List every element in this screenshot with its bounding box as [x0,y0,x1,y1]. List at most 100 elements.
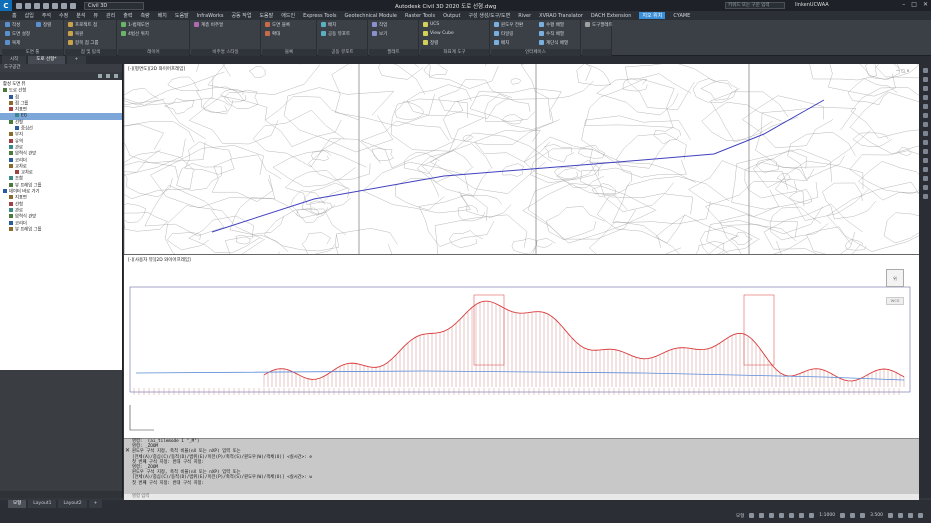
menu-tab[interactable]: 삽입 [25,12,34,19]
ribbon-button[interactable]: 공동 뷰포트 [328,31,350,37]
menu-tab[interactable]: 수정 [59,12,68,19]
ribbon-tool-icon[interactable] [36,22,41,27]
ribbon-tool-icon[interactable] [121,31,126,36]
design-center-icon[interactable] [922,140,928,145]
ribbon-group-title[interactable]: 블록 [262,49,316,56]
viewcube[interactable]: 위 [886,269,904,287]
file-tab[interactable]: 시작 [2,56,27,64]
alignment-centerline[interactable] [211,99,825,233]
print-icon[interactable] [52,2,58,9]
drawing-viewport[interactable]: [-][평면도][2D 와이어프레임] [-][사용자 뷰][2D 와이어프레임… [124,64,919,438]
viewport-window-controls[interactable]: — □ × [896,68,910,73]
showmotion-icon[interactable] [922,104,928,109]
ribbon-group-title[interactable]: 공동 뷰포트 [318,49,367,56]
menu-tab[interactable]: CYAME [673,13,690,19]
ribbon-tool-icon[interactable] [68,31,73,36]
menu-tab[interactable]: 뷰 [93,12,98,19]
hardware-accel-icon[interactable] [898,513,903,518]
menu-tab[interactable]: 출력 [123,12,132,19]
ribbon-group-title[interactable]: 점 및 탐색 [65,49,116,56]
ribbon-tool-icon[interactable] [494,22,499,27]
ribbon-button[interactable]: 도구팔레트 [592,22,613,28]
ribbon-tool-icon[interactable] [423,22,428,27]
menu-tab[interactable]: DACH Extension [591,13,631,19]
plan-view[interactable] [124,64,919,254]
close-button[interactable]: ✕ [923,1,928,8]
menu-tab[interactable]: 공동 작업 [231,12,251,19]
lineweight-icon[interactable] [799,513,805,518]
customize-icon[interactable] [918,513,923,518]
layout-tab[interactable]: Layout2 [58,500,87,508]
ribbon-button[interactable]: 보기 [379,31,387,37]
ribbon-tool-icon[interactable] [372,22,377,27]
layers-icon[interactable] [922,131,928,136]
ribbon-tool-icon[interactable] [321,31,326,36]
properties-icon[interactable] [922,122,928,127]
orbit-icon[interactable] [922,95,928,100]
ribbon-button[interactable]: View Cube [430,31,454,36]
minimize-button[interactable]: – [902,1,905,8]
ribbon-tool-icon[interactable] [5,31,10,36]
civil3d-logo[interactable]: C [0,0,12,11]
ribbon-group-title[interactable] [582,49,611,56]
menu-tab[interactable]: Geotechnical Module [345,13,398,19]
ribbon-button[interactable]: 도면 블록 [272,22,290,28]
ribbon-button[interactable]: 프로젝트 점 [75,22,97,28]
menu-tab[interactable]: 홈 [12,12,17,19]
model-space-toggle[interactable]: 모형 [736,513,744,519]
markup-icon[interactable] [922,158,928,163]
save-icon[interactable] [34,2,40,9]
ribbon-tool-icon[interactable] [423,40,428,45]
ribbon-button[interactable]: 계층 비주얼 [201,22,223,28]
ortho-icon[interactable] [769,513,775,518]
layout-tab[interactable]: Layout1 [28,500,57,508]
ribbon-tool-icon[interactable] [539,22,544,27]
ribbon-tool-icon[interactable] [5,40,10,45]
ribbon-group-title[interactable]: 팔레트 [369,49,418,56]
snap-icon[interactable] [759,513,765,518]
match-properties-icon[interactable] [922,185,928,190]
menu-tab[interactable]: 도움말 [259,12,273,19]
menu-tab[interactable]: Raster Tools [405,13,435,19]
plan-view-label[interactable]: [-][평면도][2D 와이어프레임] [128,66,185,72]
osnap-icon[interactable] [789,513,795,518]
ribbon-group-title[interactable]: 비주얼 스타일 [191,49,260,56]
calculator-icon[interactable] [922,167,928,172]
menu-tab[interactable]: 지오 위치 [639,12,666,19]
tree-item[interactable]: 뷰 프레임 그룹 [0,226,122,233]
menu-tab[interactable]: 배치 [158,12,167,19]
ribbon-button[interactable]: 복제 [12,40,20,46]
profile-view-label[interactable]: [-][사용자 뷰][2D 와이어프레임] [128,257,191,263]
map-icon[interactable] [922,194,928,199]
ribbon-button[interactable]: 도면 설정 [12,31,30,37]
ribbon-tool-icon[interactable] [539,40,544,45]
menu-tab[interactable]: 애드인 [281,12,295,19]
saveas-icon[interactable] [43,2,49,9]
menu-tab[interactable]: 분석 [76,12,85,19]
layout-tab[interactable]: 모형 [8,500,27,508]
ribbon-tool-icon[interactable] [121,22,126,27]
close-command-line-icon[interactable]: ✕ [125,447,130,454]
ribbon-button[interactable]: 타일링 [501,31,513,37]
ribbon-button[interactable]: 항목 점 그룹 [75,40,99,46]
menu-tab[interactable]: 측량 [140,12,149,19]
ribbon-button[interactable]: 배치 [501,40,509,46]
ribbon-button[interactable]: 1-법제도면 [128,22,149,28]
file-tab[interactable]: 도로 선형* [28,56,65,64]
zoom-icon[interactable] [922,86,928,91]
ribbon-group-title[interactable]: 인터페이스 [491,49,580,56]
redo-icon[interactable] [70,2,76,9]
ribbon-button[interactable]: UCS [430,22,439,27]
ribbon-button[interactable]: 작성 [12,22,20,28]
menu-tab[interactable]: 구성 생성/도구/도면 [468,12,510,19]
ribbon-button[interactable]: 정렬 [430,40,438,46]
ribbon-tool-icon[interactable] [194,22,199,27]
polar-icon[interactable] [779,513,785,518]
refresh-icon[interactable] [98,74,102,78]
menu-tab[interactable]: 도움말 [175,12,189,19]
ribbon-tool-icon[interactable] [494,31,499,36]
status-value[interactable]: 3.500 [870,513,883,518]
ribbon-button[interactable]: 정렬 [43,22,51,28]
annotation-scale[interactable]: 1:1000 [819,513,835,518]
menu-tab[interactable]: 주석 [42,12,51,19]
